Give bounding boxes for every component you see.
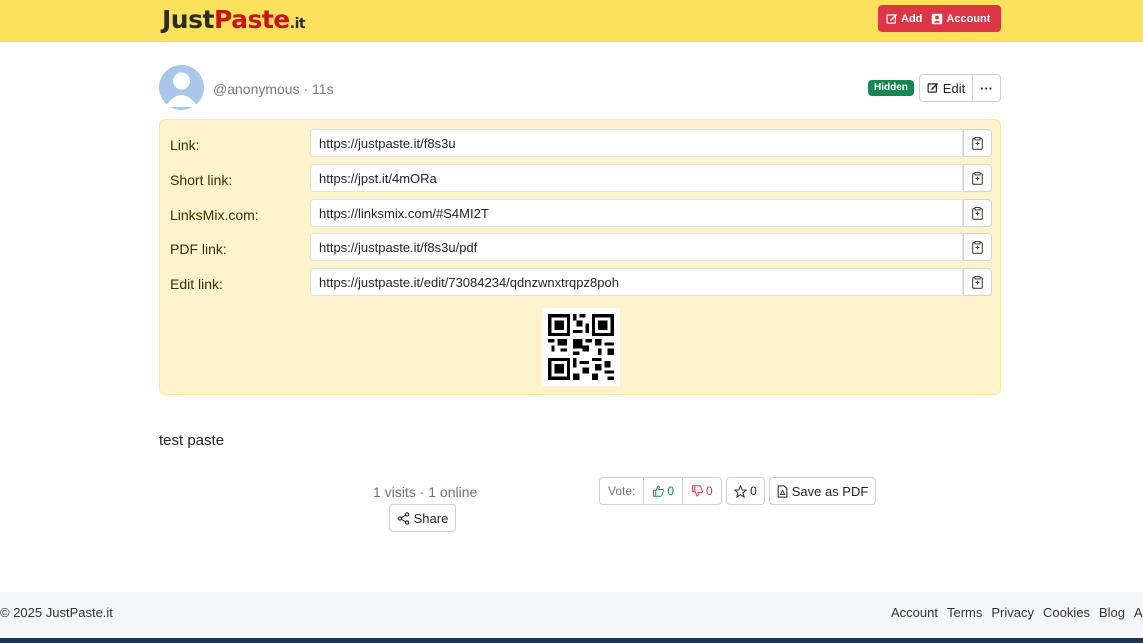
copy-edit-link-button[interactable]: [963, 268, 992, 296]
link-row: Link: https://justpaste.it/f8s3u: [160, 129, 1000, 157]
edit-button-label: Edit: [942, 80, 966, 96]
top-button-group: Add Account: [878, 5, 1001, 32]
separator-dot: ·: [303, 81, 309, 97]
linksmix-field[interactable]: https://linksmix.com/#S4MI2T: [310, 199, 963, 227]
hidden-badge: Hidden: [868, 80, 914, 96]
edit-link-label: Edit link:: [170, 276, 223, 292]
clipboard-icon: [972, 240, 983, 254]
user-silhouette-icon: [165, 72, 198, 107]
paste-content: test paste: [159, 432, 225, 449]
footer: © 2025 JustPaste.it Account Terms Privac…: [0, 592, 1143, 638]
top-navbar: JustPaste.it Add Account: [0, 0, 1143, 42]
favorite-count: 0: [750, 484, 757, 498]
copy-pdf-link-button[interactable]: [963, 233, 992, 261]
more-options-button[interactable]: ···: [972, 74, 1001, 102]
linksmix-label: LinksMix.com:: [170, 207, 259, 223]
clipboard-icon: [972, 171, 983, 185]
pdf-link-label: PDF link:: [170, 241, 227, 257]
link-field[interactable]: https://justpaste.it/f8s3u: [310, 129, 963, 157]
short-link-row: Short link: https://jpst.it/4mORa: [160, 164, 1000, 192]
copyright: © 2025 JustPaste.it: [0, 605, 113, 620]
clipboard-icon: [972, 275, 983, 289]
favorite-button[interactable]: 0: [726, 477, 765, 505]
paste-age: 11s: [312, 81, 334, 97]
footer-bottom-bar: [0, 638, 1143, 643]
share-button[interactable]: Share: [389, 504, 456, 532]
edit-button[interactable]: Edit: [919, 74, 973, 102]
linksmix-row: LinksMix.com: https://linksmix.com/#S4MI…: [160, 199, 1000, 227]
copy-short-link-button[interactable]: [963, 164, 992, 192]
logo-paste: Paste: [213, 5, 290, 34]
share-label: Share: [413, 510, 449, 526]
short-link-label: Short link:: [170, 172, 233, 188]
star-icon: [734, 484, 748, 498]
footer-link-cookies[interactable]: Cookies: [1043, 605, 1090, 620]
edit-icon: [927, 82, 938, 93]
clipboard-icon: [972, 206, 983, 220]
account-button-label: Account: [946, 12, 991, 25]
vote-label: Vote:: [608, 484, 636, 498]
save-as-pdf-label: Save as PDF: [791, 483, 869, 499]
upvote-count: 0: [667, 484, 675, 498]
paste-author-line: @anonymous · 11s: [213, 81, 334, 97]
pdf-link-field[interactable]: https://justpaste.it/f8s3u/pdf: [310, 233, 963, 261]
logo[interactable]: JustPaste.it: [162, 5, 306, 34]
vote-group: Vote: 0 0: [599, 477, 722, 505]
footer-link-terms[interactable]: Terms: [947, 605, 982, 620]
footer-link-privacy[interactable]: Privacy: [991, 605, 1034, 620]
account-button[interactable]: Account: [931, 13, 990, 25]
file-pdf-icon: [777, 484, 788, 498]
thumbs-down-icon: [692, 485, 703, 497]
footer-link-account[interactable]: Account: [891, 605, 938, 620]
edit-link-row: Edit link: https://justpaste.it/edit/730…: [160, 268, 1000, 296]
footer-link-blog[interactable]: Blog: [1099, 605, 1125, 620]
share-icon: [397, 511, 409, 525]
visit-stats: 1 visits · 1 online: [373, 484, 478, 500]
add-button-label: Add: [901, 12, 923, 25]
user-square-icon: [932, 13, 943, 24]
short-link-field[interactable]: https://jpst.it/4mORa: [310, 164, 963, 192]
upvote-button[interactable]: 0: [643, 478, 682, 504]
save-as-pdf-button[interactable]: Save as PDF: [769, 477, 876, 505]
edit-link-field[interactable]: https://justpaste.it/edit/73084234/qdnzw…: [310, 268, 963, 296]
logo-just: Just: [162, 5, 214, 34]
link-label: Link:: [170, 137, 200, 153]
footer-link-about[interactable]: Ab: [1134, 605, 1143, 620]
qr-code: [542, 308, 620, 386]
downvote-count: 0: [706, 484, 713, 498]
thumbs-up-icon: [653, 485, 665, 497]
clipboard-icon: [972, 136, 983, 150]
add-button[interactable]: Add: [886, 13, 922, 25]
avatar[interactable]: [159, 65, 204, 110]
qr-code-icon: [542, 308, 620, 386]
copy-link-button[interactable]: [963, 129, 992, 157]
edit-icon: [886, 13, 898, 24]
logo-it: .it: [289, 16, 306, 32]
downvote-button[interactable]: 0: [682, 478, 721, 504]
copy-linksmix-button[interactable]: [963, 199, 992, 227]
pdf-link-row: PDF link: https://justpaste.it/f8s3u/pdf: [160, 233, 1000, 261]
author-name[interactable]: @anonymous: [213, 81, 300, 97]
ellipsis-icon: ···: [980, 80, 993, 96]
share-links-panel: Link: https://justpaste.it/f8s3u Short l…: [159, 119, 1001, 395]
footer-links: Account Terms Privacy Cookies Blog Ab: [891, 605, 1143, 620]
